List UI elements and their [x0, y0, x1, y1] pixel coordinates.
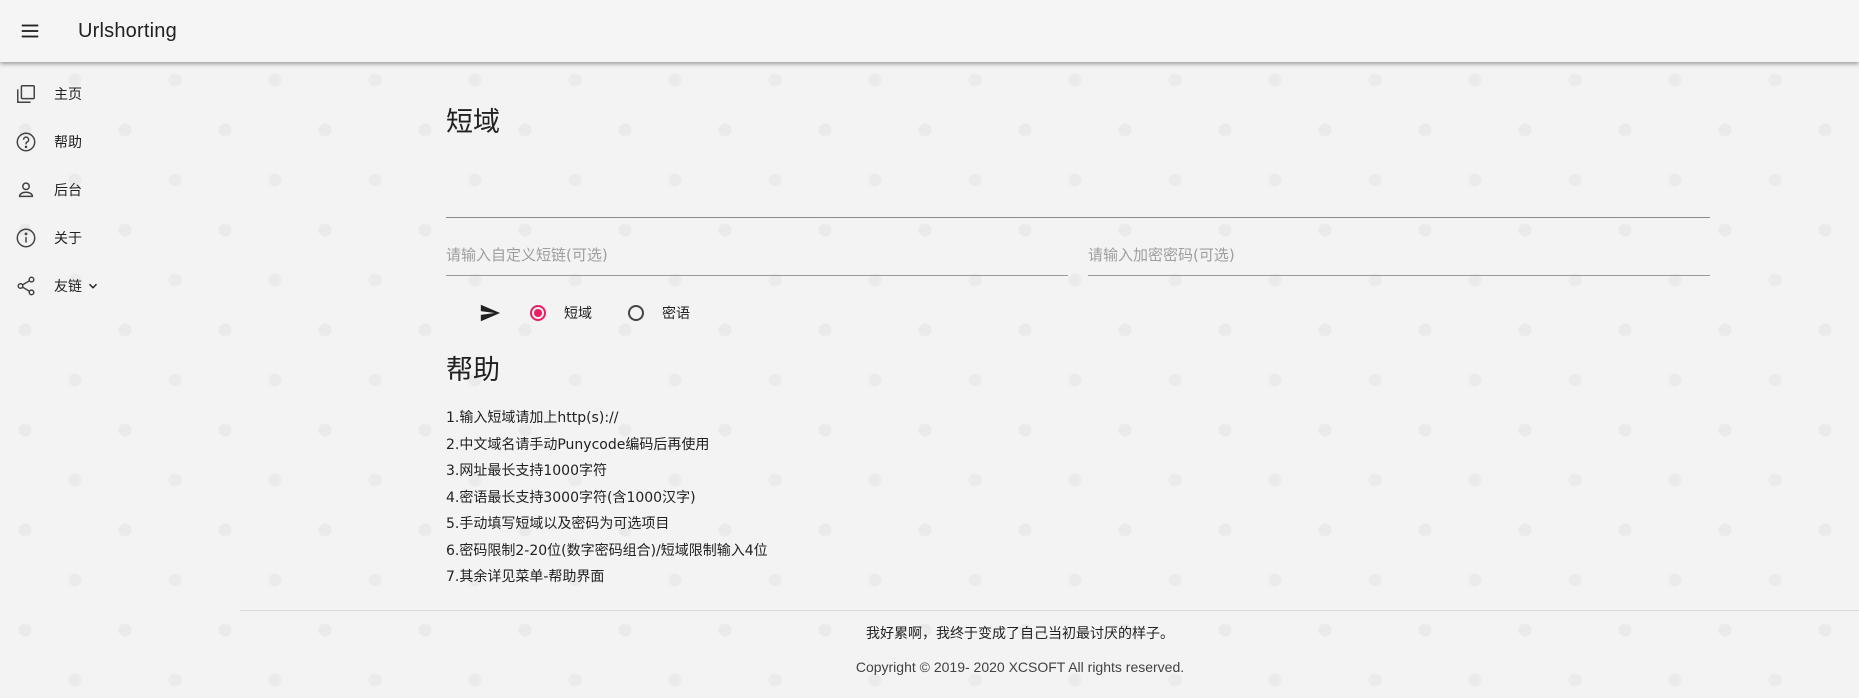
- radio-checked-icon: [530, 305, 546, 321]
- share-icon: [14, 274, 38, 298]
- help-list: 1.输入短域请加上http(s):// 2.中文域名请手动Punycode编码后…: [446, 405, 768, 591]
- main-content: 短域 短域 密语 帮助 1.输入短域请加上http(s):// 2.中文域名请手…: [446, 105, 1710, 585]
- send-button[interactable]: [470, 293, 510, 333]
- radio-secret[interactable]: 密语: [628, 303, 690, 323]
- custom-short-link-input[interactable]: [446, 235, 1068, 276]
- help-item: 6.密码限制2-20位(数字密码组合)/短域限制输入4位: [446, 542, 768, 559]
- actions-row: 短域 密语: [446, 293, 726, 333]
- footer-copyright: Copyright © 2019- 2020 XCSOFT All rights…: [855, 659, 1185, 675]
- password-input[interactable]: [1088, 235, 1710, 276]
- help-item: 7.其余详见菜单-帮助界面: [446, 569, 605, 585]
- sidebar-item-label: 关于: [54, 231, 82, 247]
- url-input[interactable]: [446, 177, 1710, 218]
- footer-divider: [240, 610, 1859, 611]
- help-circle-icon: [14, 130, 38, 154]
- sidebar-item-label: 主页: [54, 87, 82, 103]
- sidebar-item-help[interactable]: 帮助: [0, 118, 200, 166]
- help-item: 1.输入短域请加上http(s)://: [446, 410, 619, 426]
- app-bar: Urlshorting: [0, 0, 1859, 62]
- person-icon: [14, 178, 38, 202]
- footer-quote: 我好累啊，我终于变成了自己当初最讨厌的样子。: [866, 626, 1174, 642]
- menu-icon: [21, 24, 39, 38]
- sidebar-item-home[interactable]: 主页: [0, 70, 200, 118]
- footer: 我好累啊，我终于变成了自己当初最讨厌的样子。 Copyright © 2019-…: [240, 618, 1800, 684]
- sidebar-item-about[interactable]: 关于: [0, 214, 200, 262]
- options-row: [446, 235, 1710, 276]
- help-item: 4.密语最长支持3000字符(含1000汉字): [446, 489, 696, 506]
- sidebar-item-label: 后台: [54, 183, 82, 199]
- app-title: Urlshorting: [78, 19, 177, 42]
- send-icon: [480, 304, 501, 322]
- chevron-down-icon[interactable]: [86, 279, 100, 293]
- menu-button[interactable]: [10, 11, 50, 51]
- sidebar-item-links[interactable]: 友链: [0, 262, 200, 310]
- sidebar-item-label: 帮助: [54, 135, 82, 151]
- sidebar-item-admin[interactable]: 后台: [0, 166, 200, 214]
- sidebar-item-label: 友链: [54, 279, 82, 295]
- radio-label: 短域: [564, 306, 592, 322]
- radio-label: 密语: [662, 306, 690, 322]
- mode-radio-group: 短域 密语: [530, 303, 726, 323]
- help-item: 5.手动填写短域以及密码为可选项目: [446, 516, 670, 532]
- help-title: 帮助: [446, 355, 500, 386]
- radio-short-domain[interactable]: 短域: [530, 303, 592, 323]
- sidebar: 主页 帮助 后台 关于 友链: [0, 70, 200, 310]
- help-item: 2.中文域名请手动Punycode编码后再使用: [446, 436, 710, 453]
- copy-icon: [14, 82, 38, 106]
- radio-unchecked-icon: [628, 305, 644, 321]
- info-icon: [14, 226, 38, 250]
- help-item: 3.网址最长支持1000字符: [446, 463, 607, 479]
- page-title: 短域: [446, 107, 500, 138]
